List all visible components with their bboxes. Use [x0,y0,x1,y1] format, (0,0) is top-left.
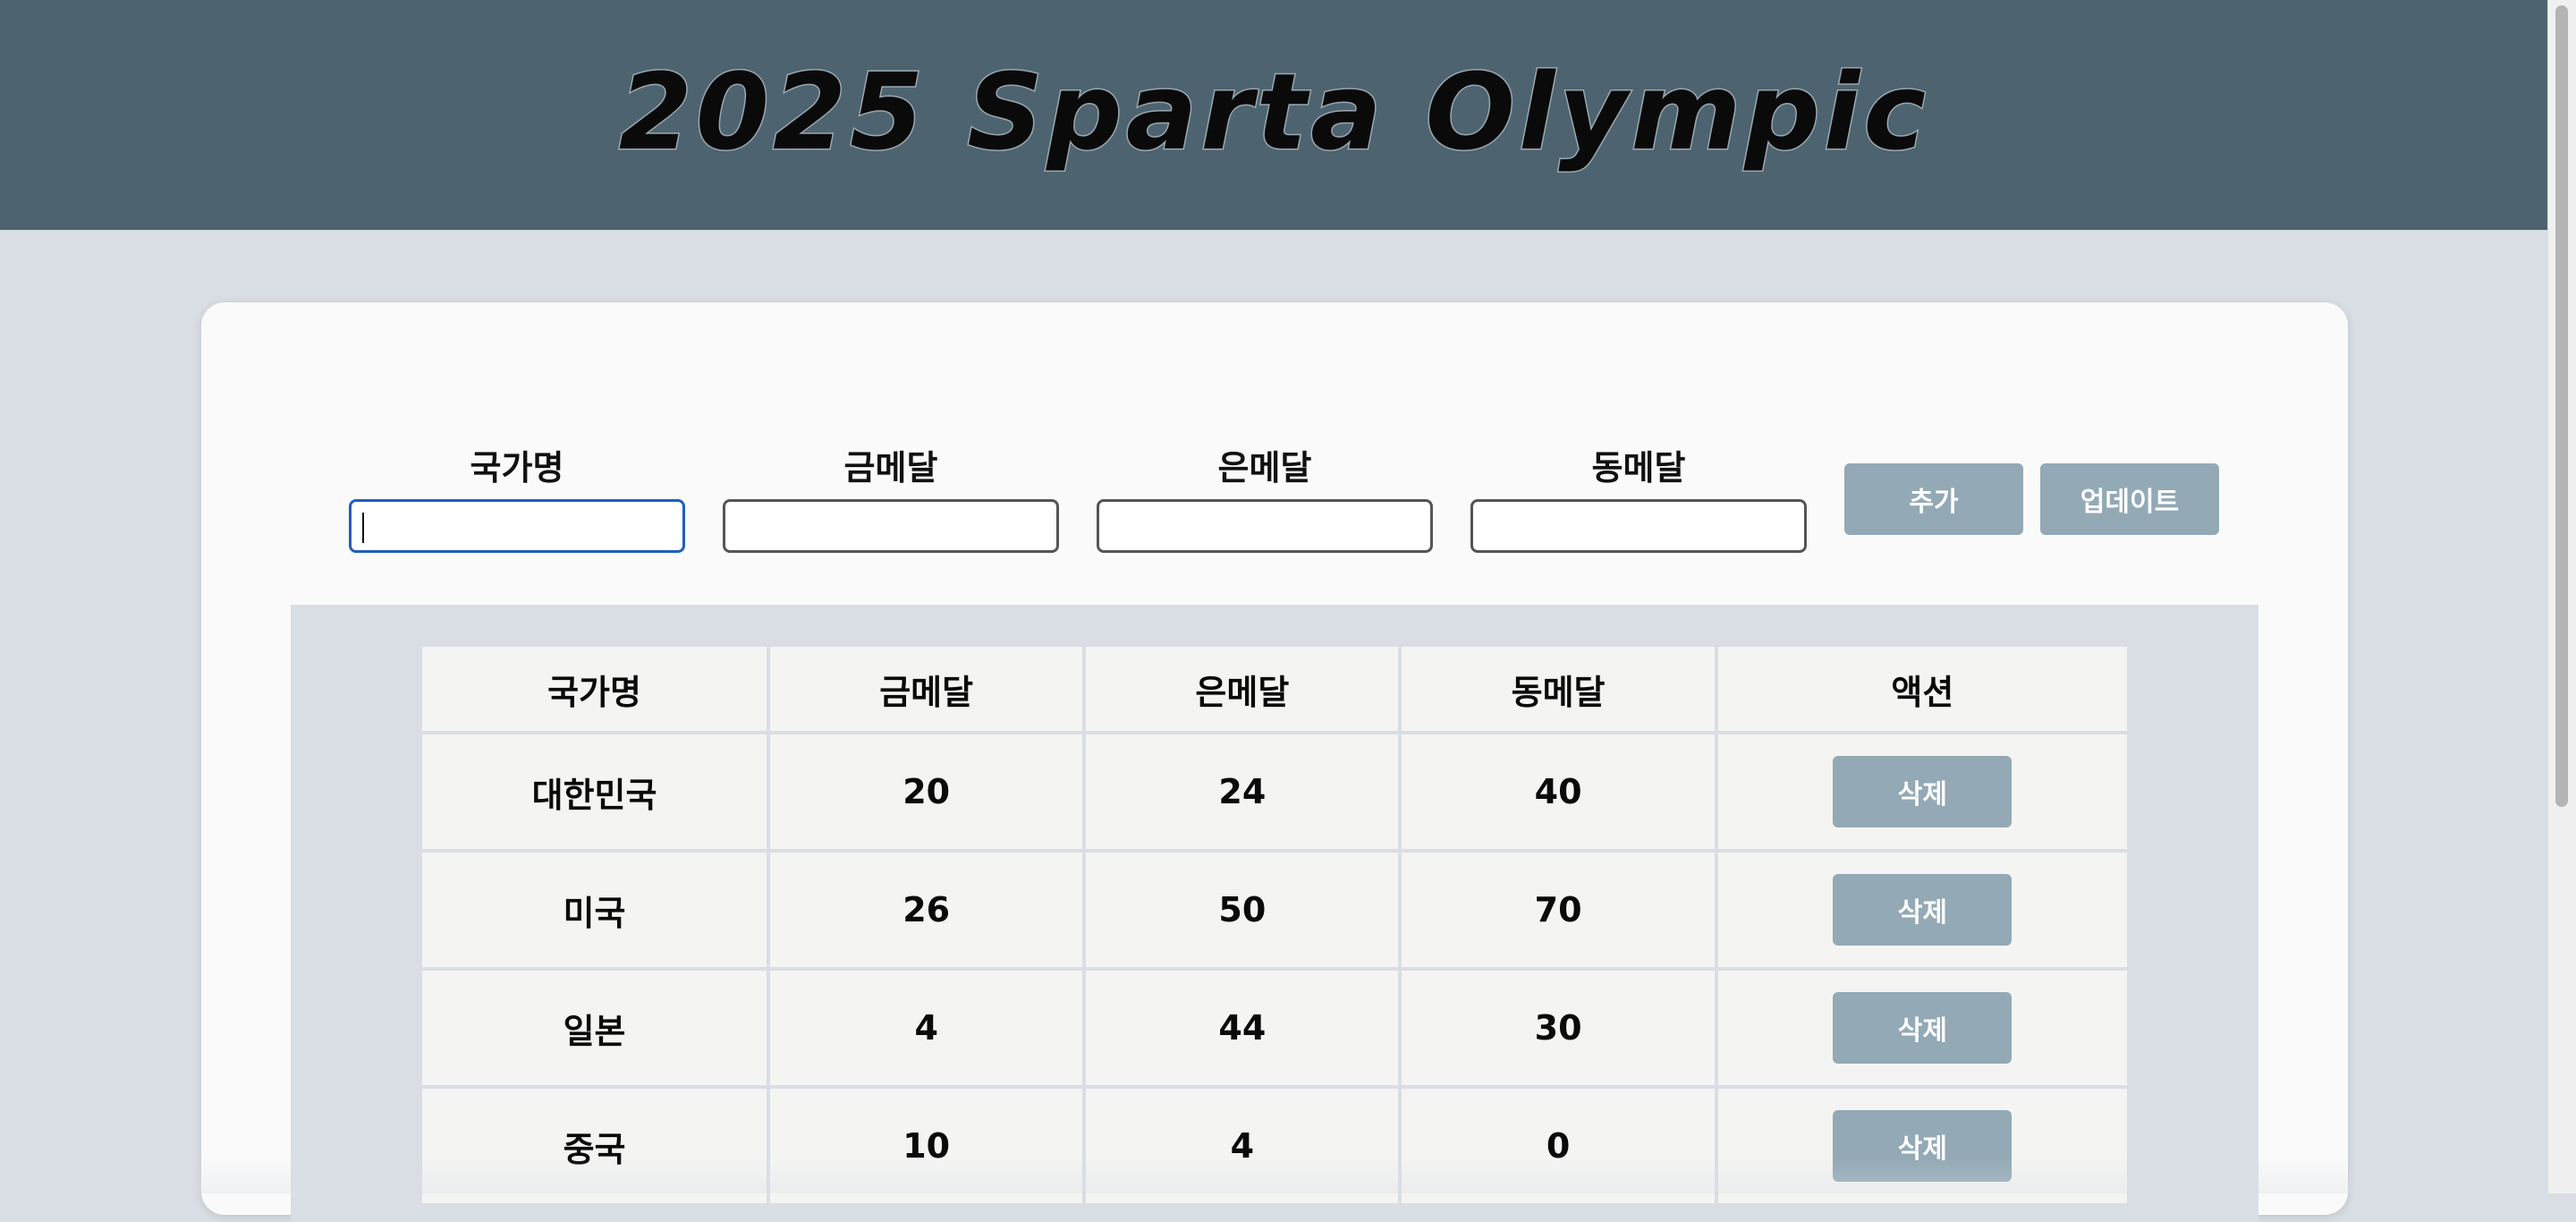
scrollbar-thumb[interactable] [2555,5,2568,807]
bronze-cell: 70 [1398,849,1718,971]
silver-cell: 44 [1082,967,1402,1089]
delete-button[interactable]: 삭제 [1833,874,2012,946]
table-row: 일본 4 44 30 삭제 [418,967,2131,1089]
medal-card: 국가명 금메달 은메달 동메달 추가 업데이트 국가명 금메달 은메달 동메달 [201,302,2348,1222]
gold-cell: 26 [767,849,1087,971]
column-header-country: 국가명 [418,643,771,734]
country-cell: 대한민국 [418,731,771,853]
table-header-row: 국가명 금메달 은메달 동메달 액션 [418,643,2131,734]
action-cell: 삭제 [1714,731,2131,853]
country-label: 국가명 [470,448,564,488]
delete-button[interactable]: 삭제 [1833,1110,2012,1182]
silver-label: 은메달 [1217,448,1312,488]
column-header-action: 액션 [1714,643,2131,734]
country-field: 국가명 [349,446,685,553]
column-header-bronze: 동메달 [1398,643,1718,734]
silver-cell: 50 [1082,849,1402,971]
country-cell: 미국 [418,849,771,971]
bronze-label: 동메달 [1591,448,1686,488]
bronze-cell: 40 [1398,731,1718,853]
action-cell: 삭제 [1714,1085,2131,1207]
silver-field: 은메달 [1097,446,1433,553]
gold-cell: 10 [767,1085,1087,1207]
delete-button[interactable]: 삭제 [1833,756,2012,827]
country-cell: 중국 [418,1085,771,1207]
action-cell: 삭제 [1714,849,2131,971]
add-button[interactable]: 추가 [1844,463,2023,535]
column-header-silver: 은메달 [1082,643,1402,734]
table-row: 미국 26 50 70 삭제 [418,849,2131,971]
gold-cell: 4 [767,967,1087,1089]
vertical-scrollbar[interactable] [2547,0,2576,1193]
medal-table: 국가명 금메달 은메달 동메달 액션 대한민국 20 24 40 삭제 미국 2 [418,643,2131,1207]
action-cell: 삭제 [1714,967,2131,1089]
bronze-cell: 0 [1398,1085,1718,1207]
gold-input[interactable] [723,499,1059,553]
gold-cell: 20 [767,731,1087,853]
column-header-gold: 금메달 [767,643,1087,734]
delete-button[interactable]: 삭제 [1833,992,2012,1064]
bronze-cell: 30 [1398,967,1718,1089]
silver-cell: 24 [1082,731,1402,853]
country-input[interactable] [349,499,685,553]
gold-label: 금메달 [843,448,938,488]
medal-table-container: 국가명 금메달 은메달 동메달 액션 대한민국 20 24 40 삭제 미국 2 [291,605,2258,1222]
table-row: 대한민국 20 24 40 삭제 [418,731,2131,853]
update-button[interactable]: 업데이트 [2040,463,2219,535]
silver-cell: 4 [1082,1085,1402,1207]
bronze-field: 동메달 [1470,446,1807,553]
country-cell: 일본 [418,967,771,1089]
gold-field: 금메달 [723,446,1059,553]
table-row: 중국 10 4 0 삭제 [418,1085,2131,1207]
page-header: 2025 Sparta Olympic [0,0,2548,230]
text-caret [362,513,364,543]
silver-input[interactable] [1097,499,1433,553]
bronze-input[interactable] [1470,499,1807,553]
page-title: 2025 Sparta Olympic [617,48,1930,174]
